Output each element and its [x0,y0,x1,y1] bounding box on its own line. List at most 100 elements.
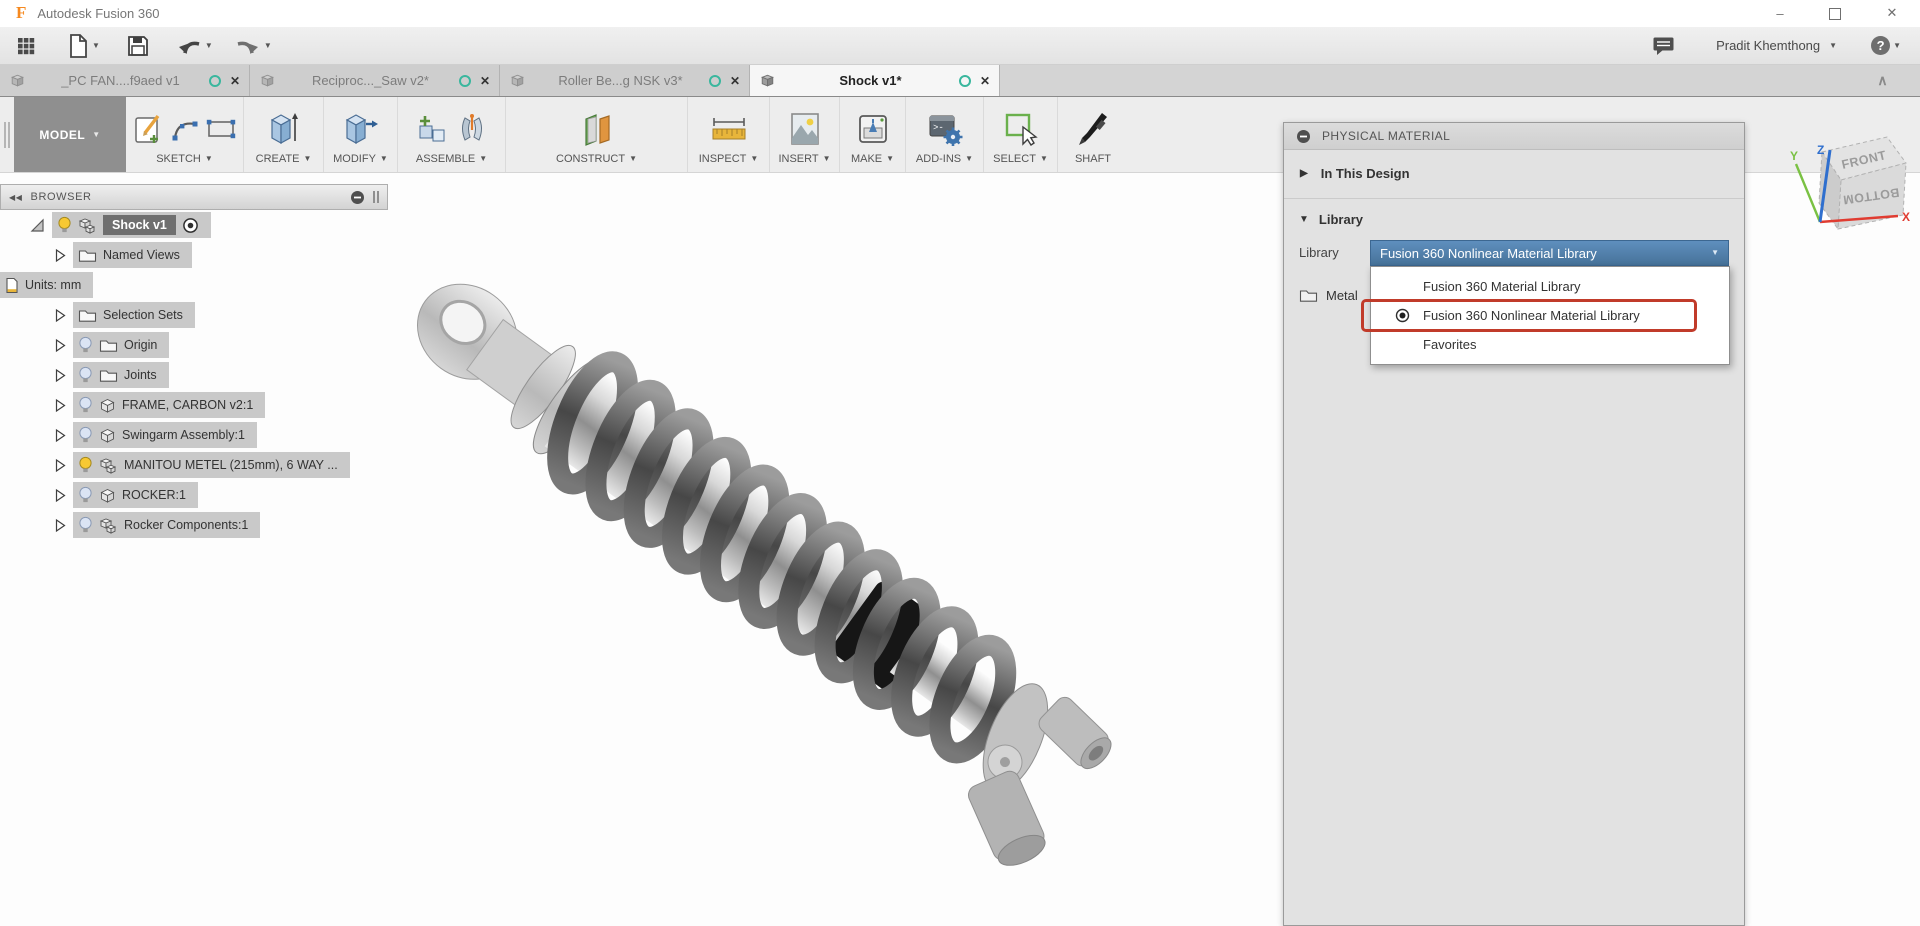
tab-shock-active[interactable]: Shock v1* ✕ [750,65,1000,96]
expander-closed-icon[interactable] [54,338,66,353]
view-cube[interactable]: Y FRONT BOTTOM X Z [1786,114,1916,242]
expander-closed-icon[interactable] [54,368,66,383]
dropdown-option-material-library[interactable]: Fusion 360 Material Library [1371,272,1729,301]
browser-row-rocker-components[interactable]: Rocker Components:1 [0,510,388,540]
undo-button[interactable]: ▼ [171,32,218,60]
tab-reciprocating-saw[interactable]: Reciproc..._Saw v2* ✕ [250,65,500,96]
expander-closed-icon[interactable] [54,248,66,263]
assemble-menu[interactable]: ASSEMBLE ▼ [416,153,487,165]
in-this-design-section[interactable]: ▶ In This Design [1284,150,1744,199]
tab-label: Shock v1* [782,73,959,88]
dropdown-option-nonlinear-library[interactable]: Fusion 360 Nonlinear Material Library [1371,301,1729,330]
library-dropdown-value: Fusion 360 Nonlinear Material Library [1380,246,1597,261]
sketch-rectangle-icon[interactable] [206,117,236,141]
browser-row-frame[interactable]: FRAME, CARBON v2:1 [0,390,388,420]
redo-button[interactable]: ▼ [230,32,277,60]
undo-icon [176,34,202,58]
library-section-header[interactable]: ▼ Library [1299,212,1729,227]
minimize-button[interactable]: – [1752,0,1808,26]
create-sketch-icon[interactable] [134,113,164,145]
sketch-arc-icon[interactable] [171,115,199,143]
library-dropdown[interactable]: Fusion 360 Nonlinear Material Library ▼ [1370,240,1729,266]
expander-closed-icon[interactable] [54,518,66,533]
browser-row-root[interactable]: Shock v1 [0,210,388,240]
tab-close-icon[interactable]: ✕ [980,74,990,88]
modify-menu[interactable]: MODIFY ▼ [333,153,388,165]
minimize-panel-icon[interactable] [1296,129,1311,144]
insert-menu[interactable]: INSERT ▼ [778,153,830,165]
browser-row-selection-sets[interactable]: Selection Sets [0,300,388,330]
browser-row-manitou[interactable]: MANITOU METEL (215mm), 6 WAY ... [0,450,388,480]
activate-component-icon[interactable] [182,217,199,234]
visibility-bulb-icon[interactable] [57,216,72,235]
inspect-menu[interactable]: INSPECT ▼ [699,153,759,165]
visibility-bulb-icon[interactable] [78,396,93,415]
measure-icon[interactable] [709,114,749,144]
app-grid-button[interactable] [10,33,42,59]
expander-closed-icon[interactable] [54,458,66,473]
tab-sync-status-icon[interactable] [709,75,721,87]
shaft-tool-icon[interactable] [1076,111,1110,147]
browser-row-joints[interactable]: Joints [0,360,388,390]
collapse-browser-icon[interactable]: ◀◀ [9,193,23,202]
tab-close-icon[interactable]: ✕ [730,74,740,88]
visibility-bulb-icon[interactable] [78,336,93,355]
minimize-browser-icon[interactable] [350,190,365,205]
select-caret: ▼ [1040,155,1048,163]
create-form-icon[interactable] [267,111,301,147]
restore-icon [1829,8,1841,20]
construct-plane-icon[interactable] [580,111,614,147]
close-button[interactable]: ✕ [1864,0,1920,26]
workspace-switcher[interactable]: MODEL ▼ [14,97,126,172]
sketch-menu[interactable]: SKETCH ▼ [156,153,213,165]
ribbon-group-addins: >- ADD-INS ▼ [906,97,984,172]
tab-pc-fan[interactable]: _PC FAN....f9aed v1 ✕ [0,65,250,96]
create-menu[interactable]: CREATE ▼ [256,153,312,165]
save-button[interactable] [121,32,155,60]
expander-closed-icon[interactable] [54,488,66,503]
tab-sync-status-icon[interactable] [209,75,221,87]
tab-sync-status-icon[interactable] [459,75,471,87]
expander-open-icon[interactable] [30,218,45,233]
browser-row-rocker[interactable]: ROCKER:1 [0,480,388,510]
expander-closed-icon[interactable] [54,398,66,413]
joint-icon[interactable] [457,112,487,146]
tab-sync-status-icon[interactable] [959,75,971,87]
tab-close-icon[interactable]: ✕ [480,74,490,88]
file-menu-button[interactable]: ▼ [60,31,105,61]
browser-grip[interactable] [373,191,379,203]
make-menu[interactable]: MAKE ▼ [851,153,894,165]
tab-close-icon[interactable]: ✕ [230,74,240,88]
browser-row-named-views[interactable]: Named Views [0,240,388,270]
visibility-bulb-icon[interactable] [78,426,93,445]
visibility-bulb-icon[interactable] [78,456,93,475]
visibility-bulb-icon[interactable] [78,366,93,385]
addins-script-icon[interactable]: >- [927,112,963,146]
visibility-bulb-icon[interactable] [78,486,93,505]
shock-absorber-model[interactable] [396,250,1206,910]
collapse-tabs-button[interactable]: ∧ [1845,65,1920,96]
select-icon[interactable] [1003,111,1039,147]
browser-row-swingarm[interactable]: Swingarm Assembly:1 [0,420,388,450]
dropdown-option-favorites[interactable]: Favorites [1371,330,1729,359]
physical-material-panel: PHYSICAL MATERIAL ▶ In This Design ▼ Lib… [1283,122,1745,926]
browser-row-units[interactable]: Units: mm [0,270,388,300]
insert-image-icon[interactable] [789,111,821,147]
visibility-bulb-icon[interactable] [78,516,93,535]
new-component-icon[interactable] [416,112,450,146]
restore-button[interactable] [1808,0,1864,26]
make-3d-print-icon[interactable] [856,112,890,146]
expander-closed-icon[interactable] [54,308,66,323]
modify-press-pull-icon[interactable] [343,112,379,146]
construct-menu[interactable]: CONSTRUCT ▼ [556,153,637,165]
ribbon-drag-grip[interactable] [0,97,14,172]
help-menu-button[interactable]: ? ▼ [1866,34,1906,57]
feedback-button[interactable] [1652,36,1675,56]
tab-roller-bearing[interactable]: Roller Be...g NSK v3* ✕ [500,65,750,96]
expander-closed-icon[interactable] [54,428,66,443]
shaft-button[interactable]: SHAFT [1075,153,1111,165]
select-menu[interactable]: SELECT ▼ [993,153,1048,165]
addins-menu[interactable]: ADD-INS ▼ [916,153,973,165]
user-account-menu[interactable]: Pradit Khemthong ▼ [1711,36,1842,55]
browser-row-origin[interactable]: Origin [0,330,388,360]
